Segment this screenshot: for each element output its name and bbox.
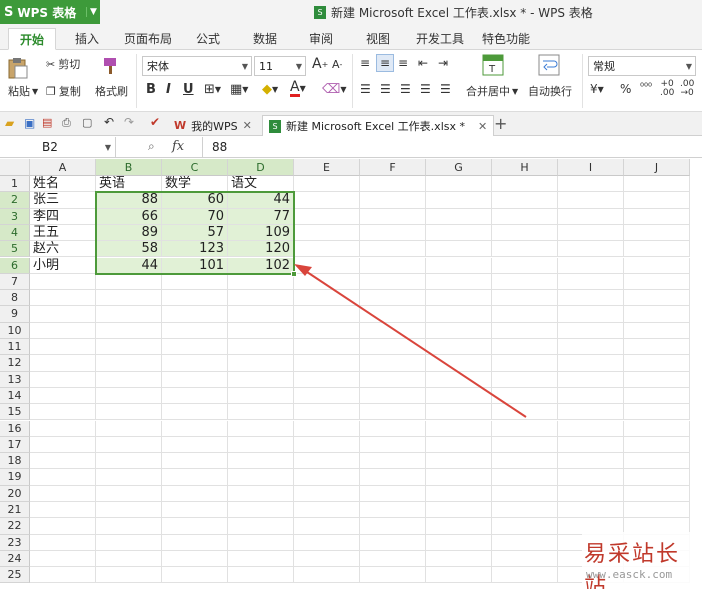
watermark: 易采站长站 www.easck.com (582, 532, 702, 589)
watermark-text: 易采站长站 (584, 542, 681, 589)
wps-spreadsheet-window: S WPS 表格 ▼ S 新建 Microsoft Excel 工作表.xlsx… (0, 0, 702, 589)
annotation-arrow (294, 264, 527, 418)
watermark-url: www.easck.com (586, 568, 673, 581)
